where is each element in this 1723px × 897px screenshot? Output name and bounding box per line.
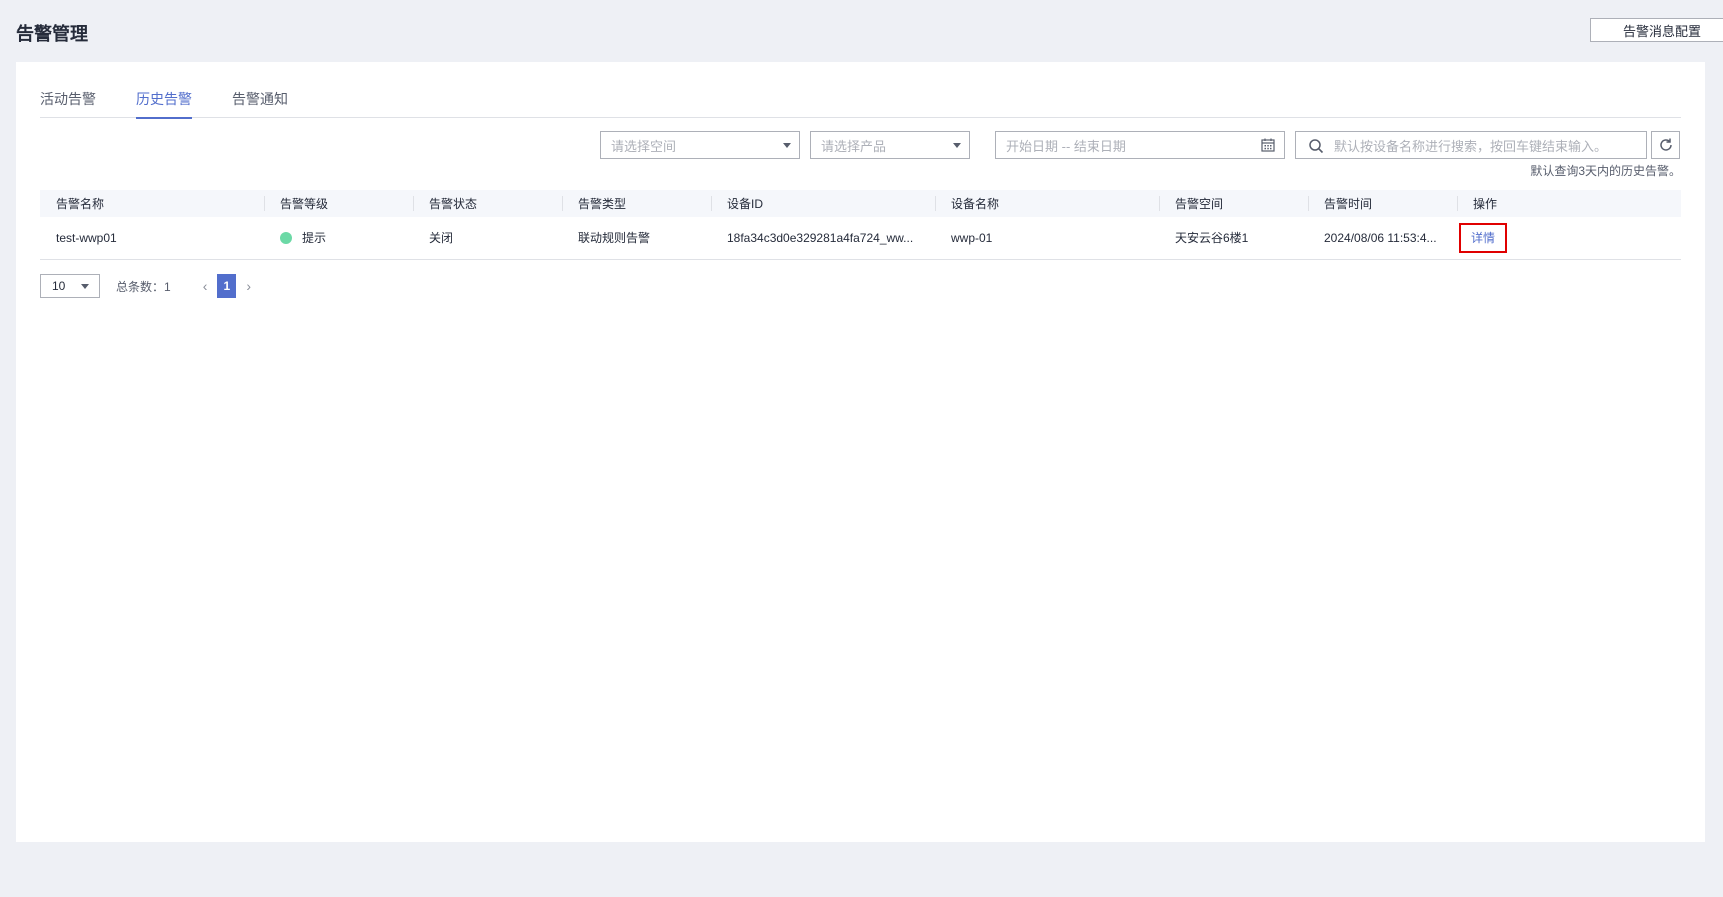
- table-row: test-wwp01 提示 关闭 联动规则告警 18fa34c3d0e32928…: [40, 217, 1681, 259]
- date-range-picker[interactable]: 开始日期 -- 结束日期: [995, 131, 1285, 159]
- column-header-alarm-time[interactable]: 告警时间: [1308, 190, 1457, 217]
- column-header-alarm-space[interactable]: 告警空间: [1159, 190, 1308, 217]
- column-header-device-name[interactable]: 设备名称: [935, 190, 1159, 217]
- chevron-down-icon: [81, 284, 89, 289]
- pagination: 10 总条数：1 ‹ 1 ›: [40, 274, 255, 298]
- product-select[interactable]: 请选择产品: [810, 131, 970, 159]
- total-count: 总条数：1: [116, 279, 171, 294]
- search-icon: [1309, 139, 1324, 154]
- space-select-placeholder: 请选择空间: [611, 138, 677, 154]
- page-title: 告警管理: [16, 24, 88, 44]
- page-size-value: 10: [52, 279, 66, 293]
- cell-alarm-level: 提示: [264, 217, 413, 259]
- tab-active-alarms[interactable]: 活动告警: [40, 88, 96, 118]
- column-header-actions: 操作: [1457, 190, 1681, 217]
- level-indicator-dot: [280, 232, 292, 245]
- level-label: 提示: [302, 231, 327, 246]
- prev-page-icon[interactable]: ‹: [199, 278, 212, 294]
- refresh-button[interactable]: [1651, 131, 1680, 159]
- tab-alarm-notifications[interactable]: 告警通知: [232, 88, 288, 118]
- chevron-down-icon: [953, 143, 961, 148]
- detail-link[interactable]: 详情: [1459, 222, 1508, 253]
- cell-alarm-name: test-wwp01: [56, 230, 117, 245]
- cell-actions: 详情: [1457, 217, 1681, 259]
- query-range-hint: 默认查询3天内的历史告警。: [1530, 164, 1681, 178]
- tab-history-alarms[interactable]: 历史告警: [136, 88, 192, 119]
- cell-device-id: 18fa34c3d0e329281a4fa724_ww...: [727, 230, 914, 245]
- next-page-icon[interactable]: ›: [242, 278, 255, 294]
- alarm-message-config-button[interactable]: 告警消息配置: [1590, 18, 1723, 42]
- history-alarm-table: 告警名称 告警等级 告警状态 告警类型 设备ID 设备名称 告警空间 告警时间 …: [40, 190, 1681, 260]
- column-header-alarm-name[interactable]: 告警名称: [40, 190, 264, 217]
- page-size-select[interactable]: 10: [40, 274, 100, 298]
- date-range-placeholder: 开始日期 -- 结束日期: [1006, 138, 1126, 154]
- refresh-icon: [1659, 138, 1672, 151]
- chevron-down-icon: [783, 143, 791, 148]
- device-search-input[interactable]: 默认按设备名称进行搜索，按回车键结束输入。: [1295, 131, 1647, 159]
- cell-alarm-space: 天安云谷6楼1: [1175, 231, 1249, 246]
- column-header-device-id[interactable]: 设备ID: [711, 190, 935, 217]
- tab-bar: 活动告警 历史告警 告警通知: [40, 88, 1681, 119]
- product-select-placeholder: 请选择产品: [821, 138, 887, 154]
- cell-alarm-type: 联动规则告警: [578, 231, 651, 246]
- page-number-current[interactable]: 1: [217, 274, 237, 298]
- cell-alarm-status: 关闭: [429, 231, 454, 246]
- space-select[interactable]: 请选择空间: [600, 131, 800, 159]
- device-search-placeholder: 默认按设备名称进行搜索，按回车键结束输入。: [1334, 138, 1608, 154]
- column-header-alarm-level[interactable]: 告警等级: [264, 190, 413, 217]
- column-header-alarm-type[interactable]: 告警类型: [562, 190, 711, 217]
- table-header-row: 告警名称 告警等级 告警状态 告警类型 设备ID 设备名称 告警空间 告警时间 …: [40, 190, 1681, 217]
- column-header-alarm-status[interactable]: 告警状态: [413, 190, 562, 217]
- calendar-icon: [1261, 138, 1275, 152]
- cell-device-name: wwp-01: [951, 230, 993, 245]
- content-card: 活动告警 历史告警 告警通知 请选择空间 请选择产品 开始日期 -- 结束日期: [16, 62, 1705, 842]
- cell-alarm-time: 2024/08/06 11:53:4...: [1324, 230, 1437, 245]
